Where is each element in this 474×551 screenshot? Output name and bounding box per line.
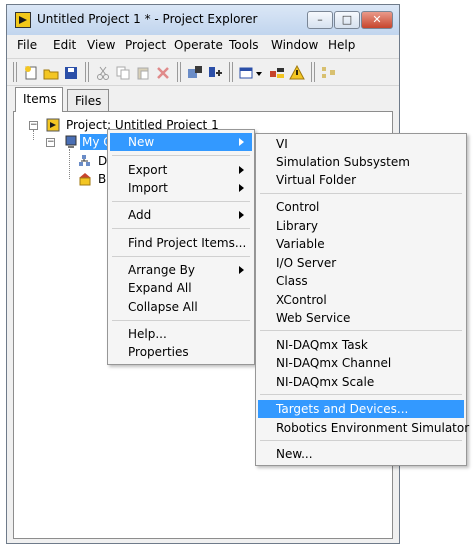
menu-separator (112, 201, 250, 202)
deploy-icon[interactable] (207, 65, 223, 81)
menu-separator (260, 440, 462, 441)
context-menu-item-properties[interactable]: Properties (110, 343, 252, 361)
dependencies-icon (79, 155, 90, 166)
submenu-arrow-icon (239, 166, 244, 174)
submenu-item-web-service[interactable]: Web Service (258, 309, 464, 327)
new-submenu: VI Simulation Subsystem Virtual Folder C… (255, 133, 469, 466)
dependencies-item[interactable]: D (98, 154, 107, 168)
menu-operate[interactable]: Operate (174, 38, 223, 52)
toolbar-separator (311, 62, 315, 82)
menu-separator (112, 155, 250, 156)
save-all-icon[interactable] (63, 65, 79, 81)
menu-separator (260, 394, 462, 395)
context-menu: New Export Import Add Find Project Items… (107, 129, 255, 365)
tree-connector (33, 130, 34, 140)
context-menu-item-new[interactable]: New (110, 133, 252, 151)
menu-project[interactable]: Project (125, 38, 166, 52)
submenu-item-vi[interactable]: VI (258, 135, 464, 153)
tab-strip: Items Files (7, 87, 399, 112)
project-icon (46, 118, 60, 132)
warning-icon[interactable] (289, 65, 305, 81)
submenu-item-targets-and-devices[interactable]: Targets and Devices... (258, 400, 464, 418)
menu-help[interactable]: Help (328, 38, 355, 52)
submenu-item-robotics-environment-simulator[interactable]: Robotics Environment Simulator (258, 419, 469, 437)
menu-separator (260, 330, 462, 331)
menu-separator (112, 320, 250, 321)
tab-items-label: Items (23, 92, 57, 106)
menu-edit[interactable]: Edit (53, 38, 76, 52)
title-bar[interactable]: Untitled Project 1 * - Project Explorer … (7, 5, 399, 35)
cut-icon[interactable] (95, 65, 111, 81)
delete-icon[interactable] (155, 65, 171, 81)
menu-file[interactable]: File (17, 38, 37, 52)
submenu-item-virtual-folder[interactable]: Virtual Folder (258, 171, 464, 189)
context-menu-item-export[interactable]: Export (110, 161, 252, 179)
submenu-item-simulation-subsystem[interactable]: Simulation Subsystem (258, 153, 464, 171)
menu-tools[interactable]: Tools (229, 38, 259, 52)
maximize-button[interactable]: □ (334, 11, 360, 29)
submenu-arrow-icon (239, 184, 244, 192)
submenu-item-library[interactable]: Library (258, 217, 464, 235)
build-specifications-icon (79, 173, 91, 186)
toolbar-grip[interactable] (13, 62, 17, 82)
submenu-item-control[interactable]: Control (258, 198, 464, 216)
labview-icon (15, 12, 31, 28)
new-icon[interactable] (23, 65, 39, 81)
submenu-item-variable[interactable]: Variable (258, 235, 464, 253)
submenu-item-new-dialog[interactable]: New... (258, 445, 464, 463)
submenu-item-ni-daqmx-task[interactable]: NI-DAQmx Task (258, 336, 464, 354)
menu-separator (112, 228, 250, 229)
menu-separator (260, 193, 462, 194)
dependencies-icon[interactable] (321, 65, 337, 81)
submenu-arrow-icon (239, 266, 244, 274)
open-icon[interactable] (43, 65, 59, 81)
toolbar (7, 58, 399, 86)
submenu-item-xcontrol[interactable]: XControl (258, 291, 464, 309)
toolbar-separator (85, 62, 89, 82)
collapse-toggle[interactable]: − (46, 138, 55, 147)
submenu-item-class[interactable]: Class (258, 272, 464, 290)
build-specifications-item[interactable]: B (98, 172, 106, 186)
context-menu-item-collapse-all[interactable]: Collapse All (110, 298, 252, 316)
filter-icon[interactable] (269, 65, 285, 81)
tree-connector (69, 149, 70, 179)
copy-icon[interactable] (115, 65, 131, 81)
context-menu-item-add[interactable]: Add (110, 206, 252, 224)
menu-window[interactable]: Window (271, 38, 318, 52)
tab-files-label: Files (75, 94, 102, 108)
tab-items[interactable]: Items (15, 87, 63, 112)
menu-separator (112, 256, 250, 257)
submenu-arrow-icon (239, 138, 244, 146)
submenu-item-io-server[interactable]: I/O Server (258, 254, 464, 272)
context-menu-item-import[interactable]: Import (110, 179, 252, 197)
context-menu-item-help[interactable]: Help... (110, 325, 252, 343)
submenu-item-ni-daqmx-channel[interactable]: NI-DAQmx Channel (258, 354, 464, 372)
context-menu-item-arrange-by[interactable]: Arrange By (110, 261, 252, 279)
submenu-arrow-icon (239, 211, 244, 219)
toolbar-separator (177, 62, 181, 82)
build-icon[interactable] (187, 65, 203, 81)
submenu-item-ni-daqmx-scale[interactable]: NI-DAQmx Scale (258, 373, 464, 391)
computer-icon (65, 135, 77, 148)
close-button[interactable]: ✕ (361, 11, 393, 29)
menu-bar: File Edit View Project Operate Tools Win… (7, 35, 399, 57)
collapse-toggle[interactable]: − (29, 121, 38, 130)
minimize-button[interactable]: – (307, 11, 333, 29)
paste-icon[interactable] (135, 65, 151, 81)
toolbar-separator (229, 62, 233, 82)
context-menu-item-find-project-items[interactable]: Find Project Items... (110, 234, 252, 252)
context-menu-item-expand-all[interactable]: Expand All (110, 279, 252, 297)
menu-view[interactable]: View (87, 38, 115, 52)
dropdown-icon[interactable] (255, 65, 263, 81)
window-title: Untitled Project 1 * - Project Explorer (37, 12, 258, 26)
tab-files[interactable]: Files (67, 89, 109, 111)
view-icon[interactable] (239, 65, 255, 81)
